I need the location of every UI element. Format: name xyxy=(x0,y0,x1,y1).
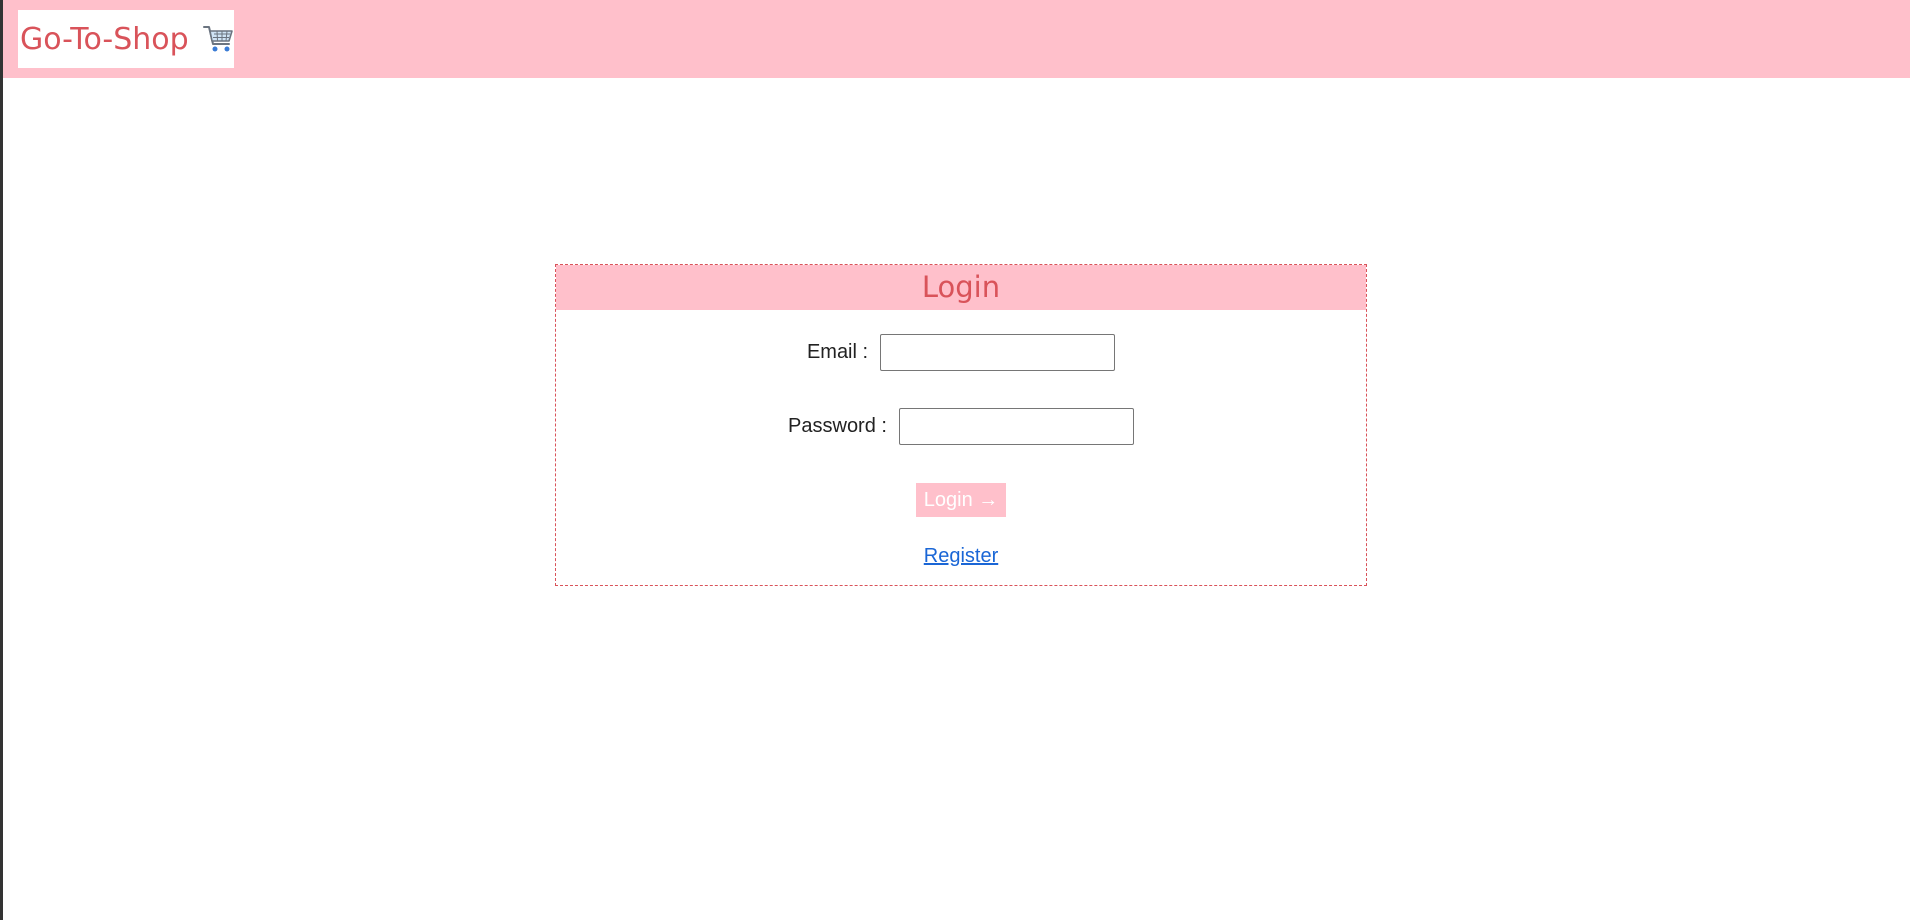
password-input[interactable] xyxy=(898,408,1134,445)
register-row: Register xyxy=(556,545,1366,568)
email-row: Email : xyxy=(556,334,1366,371)
email-label: Email : xyxy=(806,341,869,363)
password-label: Password : xyxy=(788,415,887,437)
shopping-cart-icon xyxy=(201,22,235,56)
login-button[interactable]: Login → xyxy=(915,483,1007,517)
password-row: Password : xyxy=(556,408,1366,445)
brand-name: Go-To-Shop xyxy=(20,21,189,57)
login-header: Login xyxy=(556,265,1366,310)
submit-row: Login → xyxy=(556,483,1366,517)
email-input[interactable] xyxy=(880,334,1116,371)
register-link[interactable]: Register xyxy=(924,545,998,568)
login-card: Login Email : Password : Login → Registe… xyxy=(555,264,1367,586)
page: Go-To-Shop Login Email : Password: Logi… xyxy=(3,0,1910,920)
top-navbar: Go-To-Shop xyxy=(3,0,1910,78)
login-title: Login xyxy=(921,270,1001,304)
brand-logo[interactable]: Go-To-Shop xyxy=(18,10,234,68)
